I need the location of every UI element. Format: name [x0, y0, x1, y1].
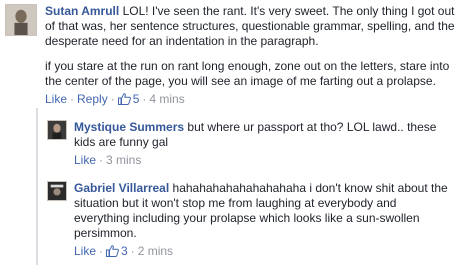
avatar[interactable]	[5, 4, 37, 36]
reply-actions: Like · 3 · 2 mins	[74, 244, 174, 258]
like-count[interactable]: 5	[117, 92, 139, 106]
like-button[interactable]: Like	[45, 92, 67, 106]
timestamp[interactable]: 2 mins	[138, 244, 173, 258]
reply-thread-line	[36, 108, 38, 265]
like-button[interactable]: Like	[74, 244, 96, 258]
timestamp[interactable]: 4 mins	[149, 92, 184, 106]
thumbs-up-icon	[117, 93, 131, 105]
reply-actions: Like · 3 mins	[74, 153, 142, 167]
thumbs-up-icon	[106, 245, 119, 257]
timestamp[interactable]: 3 mins	[106, 153, 141, 167]
author-name[interactable]: Sutan Amrull	[45, 4, 119, 18]
comment-paragraph-2: if you stare at the run on rant long eno…	[45, 59, 450, 88]
reply-text: Mystique Summers but where ur passport a…	[74, 120, 454, 150]
avatar[interactable]	[47, 120, 67, 140]
comment-text: Sutan Amrull LOL! I've seen the rant. It…	[45, 4, 463, 49]
author-name[interactable]: Mystique Summers	[74, 120, 184, 134]
like-count[interactable]: 3	[106, 244, 128, 258]
comment-actions: Like · Reply · 5 · 4 mins	[45, 92, 185, 106]
avatar[interactable]	[47, 181, 67, 201]
author-name[interactable]: Gabriel Villarreal	[74, 181, 169, 195]
reply-text: Gabriel Villarreal hahahahahahahahahaha …	[74, 181, 454, 241]
like-count-value: 3	[121, 244, 128, 258]
like-button[interactable]: Like	[74, 153, 96, 167]
reply-button[interactable]: Reply	[77, 92, 108, 106]
